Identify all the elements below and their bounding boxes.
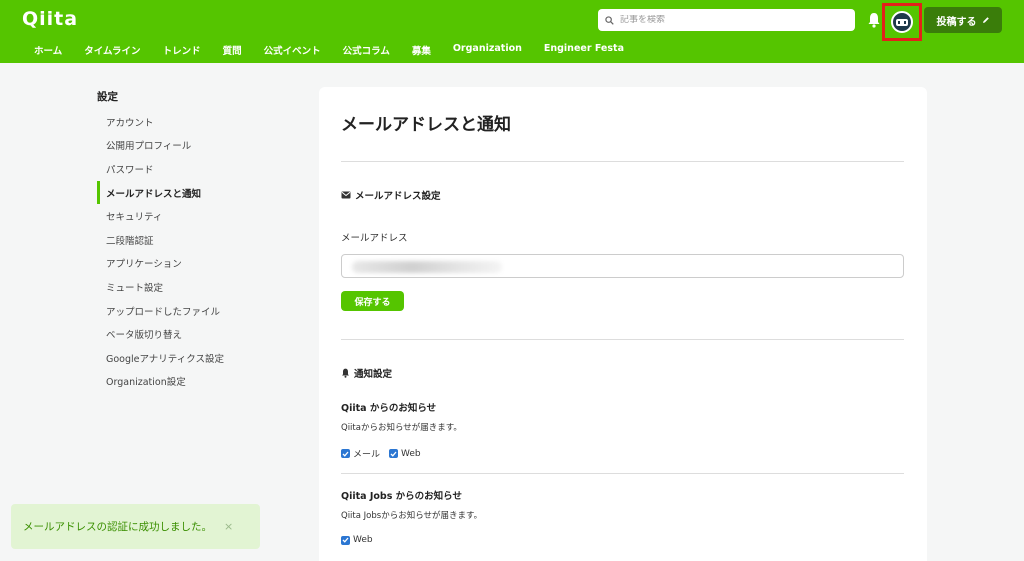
sidebar-item-email-notification[interactable]: メールアドレスと通知 bbox=[97, 180, 297, 205]
qiita-mail-checkbox[interactable]: メール bbox=[341, 447, 380, 460]
checkbox-checked-icon bbox=[341, 535, 350, 545]
avatar bbox=[891, 11, 913, 33]
avatar-image-icon bbox=[896, 19, 908, 26]
blurred-email-value bbox=[352, 261, 502, 273]
toast-message: メールアドレスの認証に成功しました。 bbox=[23, 521, 212, 533]
email-section-title: メールアドレス設定 bbox=[341, 188, 441, 202]
sidebar-item-organization[interactable]: Organization設定 bbox=[97, 370, 297, 394]
email-field[interactable] bbox=[341, 254, 904, 278]
settings-card: メールアドレスと通知 メールアドレス設定 メールアドレス 保存する 通知設定 Q… bbox=[319, 87, 927, 561]
sidebar-item-google-analytics[interactable]: Googleアナリティクス設定 bbox=[97, 346, 297, 370]
checkbox-checked-icon bbox=[341, 449, 350, 458]
nav-trend[interactable]: トレンド bbox=[163, 43, 201, 57]
global-nav: ホーム タイムライン トレンド 質問 公式イベント 公式コラム 募集 Organ… bbox=[34, 43, 646, 57]
page-title: メールアドレスと通知 bbox=[341, 115, 511, 135]
user-avatar-button[interactable] bbox=[882, 3, 922, 41]
nav-official-event[interactable]: 公式イベント bbox=[264, 43, 321, 57]
sidebar-title: 設定 bbox=[97, 91, 118, 103]
divider bbox=[341, 339, 904, 340]
qiita-web-label: Web bbox=[401, 448, 421, 459]
divider bbox=[341, 161, 904, 162]
qiita-jobs-notice-options: Web bbox=[341, 535, 373, 545]
nav-engineer-festa[interactable]: Engineer Festa bbox=[544, 43, 624, 57]
qiita-notice-title: Qiita からのお知らせ bbox=[341, 403, 437, 414]
sidebar-item-account[interactable]: アカウント bbox=[97, 110, 297, 134]
mail-icon bbox=[341, 191, 351, 199]
search-box[interactable] bbox=[598, 9, 855, 31]
qiita-jobs-web-checkbox[interactable]: Web bbox=[341, 535, 373, 545]
header: Qiita 投稿する ホーム タイムライン トレンド 質問 公式イベント bbox=[0, 0, 1024, 63]
sidebar-item-beta[interactable]: ベータ版切り替え bbox=[97, 322, 297, 346]
post-button-label: 投稿する bbox=[936, 16, 977, 28]
nav-official-column[interactable]: 公式コラム bbox=[343, 43, 390, 57]
qiita-notice-options: メール Web bbox=[341, 447, 421, 460]
sidebar-item-two-factor[interactable]: 二段階認証 bbox=[97, 228, 297, 252]
email-section-title-text: メールアドレス設定 bbox=[355, 191, 441, 202]
nav-timeline[interactable]: タイムライン bbox=[84, 43, 140, 57]
pencil-icon bbox=[982, 17, 989, 23]
success-toast: メールアドレスの認証に成功しました。 × bbox=[11, 504, 260, 549]
sidebar-item-security[interactable]: セキュリティ bbox=[97, 204, 297, 228]
close-icon[interactable]: × bbox=[224, 520, 233, 533]
qiita-notice-desc: Qiitaからお知らせが届きます。 bbox=[341, 423, 462, 433]
search-icon bbox=[605, 15, 614, 25]
nav-recruit[interactable]: 募集 bbox=[412, 43, 431, 57]
sidebar-item-uploaded-files[interactable]: アップロードしたファイル bbox=[97, 299, 297, 323]
bell-icon bbox=[342, 368, 349, 378]
qiita-web-checkbox[interactable]: Web bbox=[389, 449, 421, 459]
notify-section-title-text: 通知設定 bbox=[354, 369, 393, 380]
qiita-mail-label: メール bbox=[353, 450, 381, 460]
qiita-jobs-web-label: Web bbox=[353, 535, 373, 545]
post-button[interactable]: 投稿する bbox=[924, 7, 1002, 33]
divider bbox=[341, 473, 904, 474]
nav-organization[interactable]: Organization bbox=[453, 43, 522, 57]
sidebar-item-applications[interactable]: アプリケーション bbox=[97, 252, 297, 276]
sidebar-item-password[interactable]: パスワード bbox=[97, 157, 297, 181]
notification-bell-icon[interactable] bbox=[867, 12, 881, 28]
save-button[interactable]: 保存する bbox=[341, 291, 404, 311]
nav-question[interactable]: 質問 bbox=[223, 43, 242, 57]
nav-home[interactable]: ホーム bbox=[34, 43, 62, 57]
sidebar-item-mute[interactable]: ミュート設定 bbox=[97, 275, 297, 299]
notify-section-title: 通知設定 bbox=[341, 366, 392, 380]
qiita-logo[interactable]: Qiita bbox=[22, 8, 78, 30]
email-field-label: メールアドレス bbox=[341, 233, 408, 244]
settings-sidebar: アカウント 公開用プロフィール パスワード メールアドレスと通知 セキュリティ … bbox=[97, 110, 297, 393]
checkbox-checked-icon bbox=[389, 449, 399, 458]
qiita-jobs-notice-desc: Qiita Jobsからお知らせが届きます。 bbox=[341, 511, 483, 521]
search-input[interactable] bbox=[620, 15, 840, 25]
sidebar-item-public-profile[interactable]: 公開用プロフィール bbox=[97, 134, 297, 158]
qiita-jobs-notice-title: Qiita Jobs からのお知らせ bbox=[341, 491, 462, 502]
